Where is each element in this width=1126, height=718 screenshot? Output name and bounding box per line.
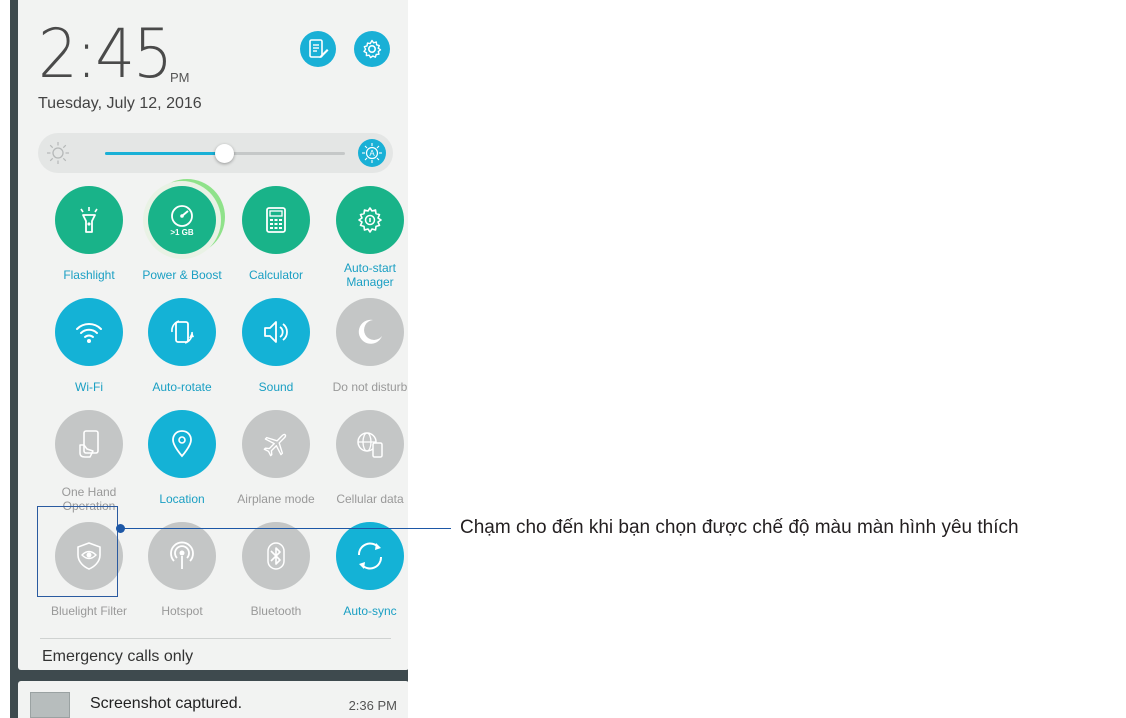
gear-badge-icon <box>336 186 404 254</box>
tile-cellular-data[interactable]: Cellular data <box>323 410 408 525</box>
edit-note-icon <box>309 39 329 58</box>
tile-power-boost[interactable]: >1 GB Power & Boost <box>135 186 229 301</box>
tile-auto-start-manager[interactable]: Auto-start Manager <box>323 186 408 301</box>
tile-location[interactable]: Location <box>135 410 229 525</box>
highlight-box <box>37 506 118 597</box>
auto-brightness-button[interactable]: A <box>358 139 386 167</box>
callout-text: Chạm cho đến khi bạn chọn được chế độ mà… <box>460 517 1019 538</box>
edit-note-button[interactable] <box>300 31 336 67</box>
auto-brightness-icon: A <box>362 143 382 163</box>
settings-button[interactable] <box>354 31 390 67</box>
tile-label: Bluetooth <box>250 604 302 618</box>
tile-label: Auto-sync <box>343 604 397 618</box>
brightness-slider-thumb[interactable] <box>215 144 234 163</box>
flashlight-icon <box>55 186 123 254</box>
tile-label: Sound <box>258 380 294 394</box>
sync-icon <box>336 522 404 590</box>
brightness-slider-fill <box>105 152 225 155</box>
brightness-slider[interactable] <box>105 144 345 163</box>
tile-label: Airplane mode <box>237 492 315 506</box>
divider <box>40 638 391 639</box>
notification-time: 2:36 PM <box>348 698 397 713</box>
auto-rotate-icon <box>148 298 216 366</box>
tile-auto-rotate[interactable]: Auto-rotate <box>135 298 229 413</box>
svg-text:A: A <box>369 149 375 158</box>
moon-icon <box>336 298 404 366</box>
one-hand-icon <box>55 410 123 478</box>
clock-date: Tuesday, July 12, 2016 <box>38 95 202 112</box>
airplane-icon <box>242 410 310 478</box>
tile-label: Flashlight <box>63 268 115 282</box>
clock-ampm: PM <box>170 70 190 85</box>
sun-outline-icon[interactable] <box>44 139 72 167</box>
tile-label: Cellular data <box>336 492 404 506</box>
speedometer-icon: >1 GB <box>148 186 216 254</box>
hotspot-icon <box>148 522 216 590</box>
tile-label: Auto-rotate <box>152 380 212 394</box>
tile-bluetooth[interactable]: Bluetooth <box>229 522 323 637</box>
calculator-icon <box>242 186 310 254</box>
tile-auto-sync[interactable]: Auto-sync <box>323 522 408 637</box>
tile-flashlight[interactable]: Flashlight <box>42 186 136 301</box>
phone-screen: 2:45 PM Tuesday, July 12, 2016 A Flashli… <box>10 0 408 718</box>
screenshot-notification[interactable]: Screenshot captured. 2:36 PM <box>18 681 408 718</box>
callout-line <box>121 528 451 529</box>
clock-time: 2:45 <box>38 15 173 94</box>
brightness-control: A <box>38 133 393 173</box>
tile-airplane-mode[interactable]: Airplane mode <box>229 410 323 525</box>
quick-settings-panel: 2:45 PM Tuesday, July 12, 2016 A Flashli… <box>18 0 408 670</box>
notification-title: Screenshot captured. <box>90 695 243 712</box>
speaker-icon <box>242 298 310 366</box>
tile-label: Wi-Fi <box>75 380 103 394</box>
gear-icon <box>363 39 382 59</box>
tile-calculator[interactable]: Calculator <box>229 186 323 301</box>
tile-label: Calculator <box>248 268 304 282</box>
power-boost-sublabel: >1 GB <box>170 228 194 237</box>
bluetooth-icon <box>242 522 310 590</box>
location-pin-icon <box>148 410 216 478</box>
tile-label: Location <box>159 492 205 506</box>
tile-wi-fi[interactable]: Wi-Fi <box>42 298 136 413</box>
tile-label: Hotspot <box>161 604 203 618</box>
screenshot-thumbnail <box>30 692 70 718</box>
emergency-status: Emergency calls only <box>42 648 194 665</box>
tile-sound[interactable]: Sound <box>229 298 323 413</box>
tile-label: Auto-start Manager <box>343 261 397 289</box>
tile-label: Do not disturb <box>332 380 408 394</box>
cellular-globe-icon <box>336 410 404 478</box>
tile-do-not-disturb[interactable]: Do not disturb <box>323 298 408 413</box>
tile-hotspot[interactable]: Hotspot <box>135 522 229 637</box>
tile-label: Bluelight Filter <box>50 604 128 618</box>
tile-label: Power & Boost <box>142 268 222 282</box>
wifi-icon <box>55 298 123 366</box>
